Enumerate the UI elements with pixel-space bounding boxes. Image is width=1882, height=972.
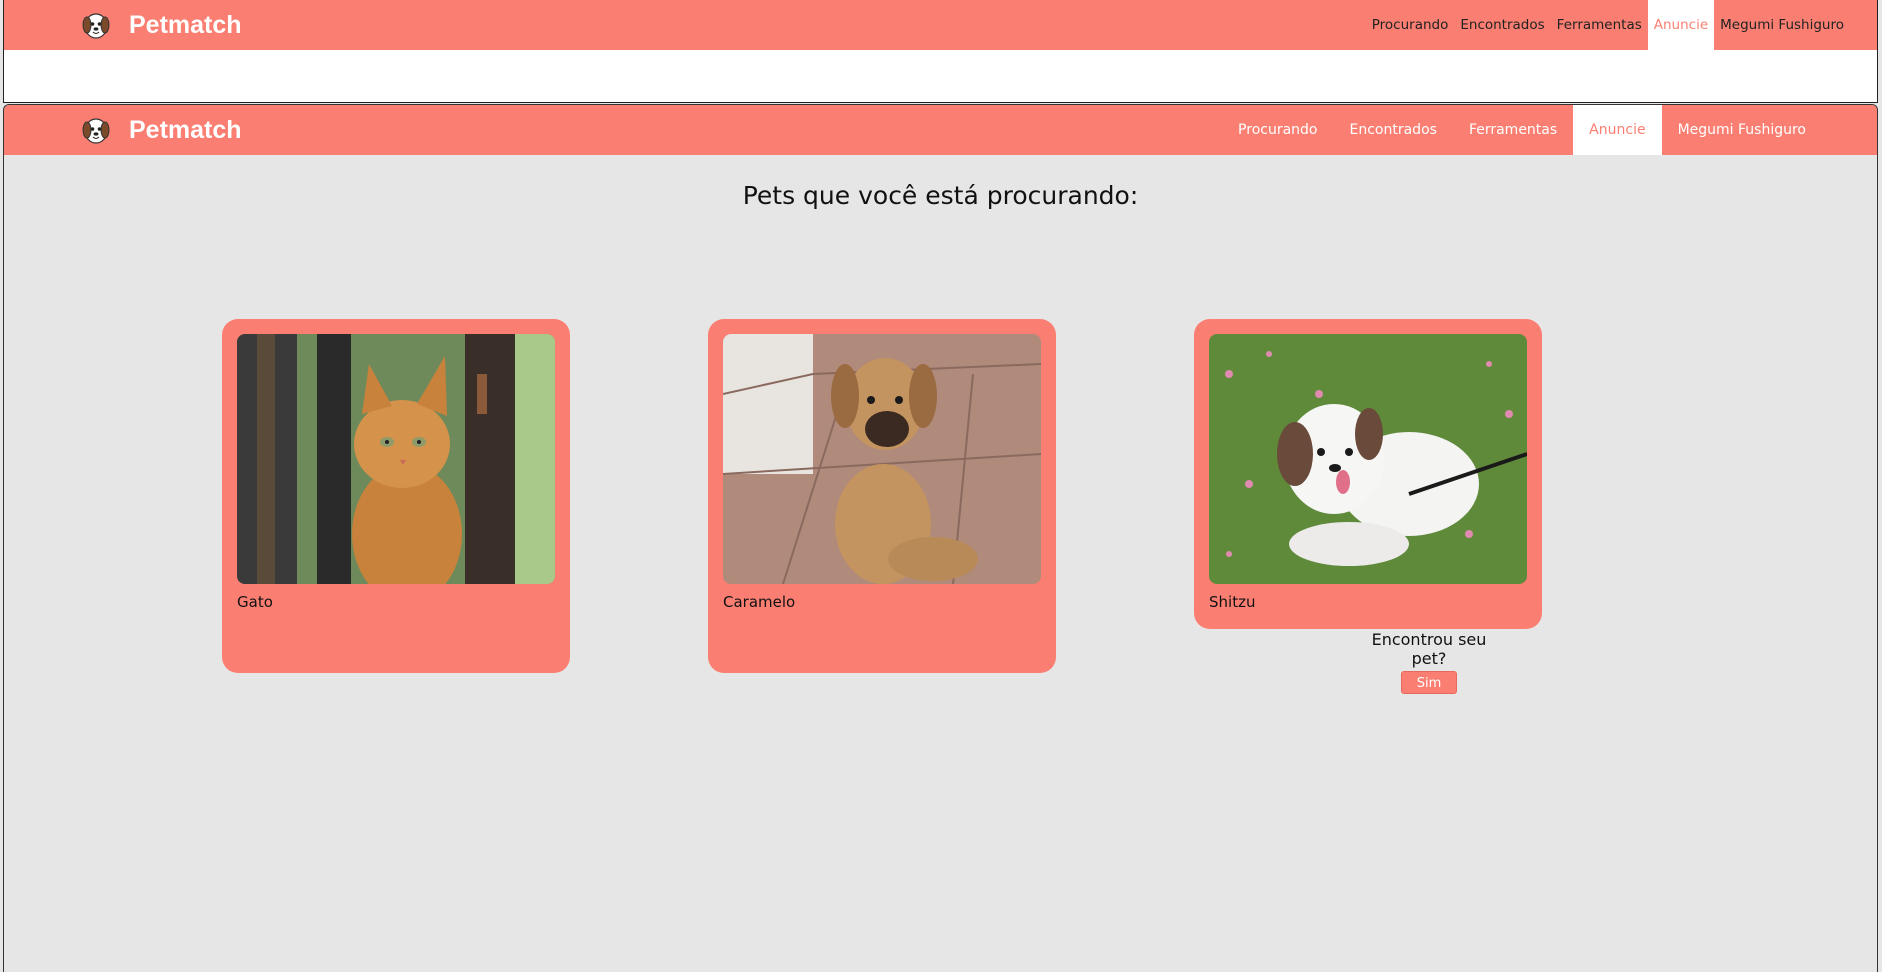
brand-name: Petmatch <box>129 10 242 39</box>
nav-encontrados[interactable]: Encontrados <box>1454 0 1550 50</box>
pet-card[interactable]: Shitzu <box>1194 319 1542 629</box>
nav-encontrados[interactable]: Encontrados <box>1334 105 1453 155</box>
found-question: Encontrou seu pet? <box>1371 630 1487 668</box>
top-page-frame: Petmatch Procurando Encontrados Ferramen… <box>3 0 1878 103</box>
white-shihtzu-photo <box>1209 334 1527 584</box>
brand[interactable]: Petmatch <box>77 0 242 50</box>
top-nav-links: Procurando Encontrados Ferramentas Anunc… <box>1366 0 1850 50</box>
pet-name: Caramelo <box>723 593 796 611</box>
nav-procurando[interactable]: Procurando <box>1222 105 1333 155</box>
yes-button[interactable]: Sim <box>1401 671 1457 694</box>
orange-cat-photo <box>237 334 555 584</box>
top-navbar: Petmatch Procurando Encontrados Ferramen… <box>4 0 1877 50</box>
pet-name: Shitzu <box>1209 593 1256 611</box>
nav-anuncie[interactable]: Anuncie <box>1573 105 1662 155</box>
main-page-frame: Petmatch Procurando Encontrados Ferramen… <box>3 104 1878 972</box>
brown-puppy-photo <box>723 334 1041 584</box>
nav-anuncie[interactable]: Anuncie <box>1647 0 1715 50</box>
brand[interactable]: Petmatch <box>77 105 242 155</box>
page-title: Pets que você está procurando: <box>742 181 1139 210</box>
dog-logo-icon <box>77 111 115 149</box>
nav-user[interactable]: Megumi Fushiguro <box>1662 105 1822 155</box>
nav-user[interactable]: Megumi Fushiguro <box>1714 0 1850 50</box>
brand-name: Petmatch <box>129 115 242 144</box>
nav-procurando[interactable]: Procurando <box>1366 0 1455 50</box>
found-pet-prompt: Encontrou seu pet? Sim <box>1354 630 1504 694</box>
main-navbar: Petmatch Procurando Encontrados Ferramen… <box>4 105 1877 155</box>
dog-logo-icon <box>77 6 115 44</box>
pet-name: Gato <box>237 593 273 611</box>
main-nav-links: Procurando Encontrados Ferramentas Anunc… <box>1222 105 1822 155</box>
pet-card[interactable]: Caramelo <box>708 319 1056 673</box>
pet-card[interactable]: Gato <box>222 319 570 673</box>
nav-ferramentas[interactable]: Ferramentas <box>1551 0 1648 50</box>
nav-ferramentas[interactable]: Ferramentas <box>1453 105 1573 155</box>
